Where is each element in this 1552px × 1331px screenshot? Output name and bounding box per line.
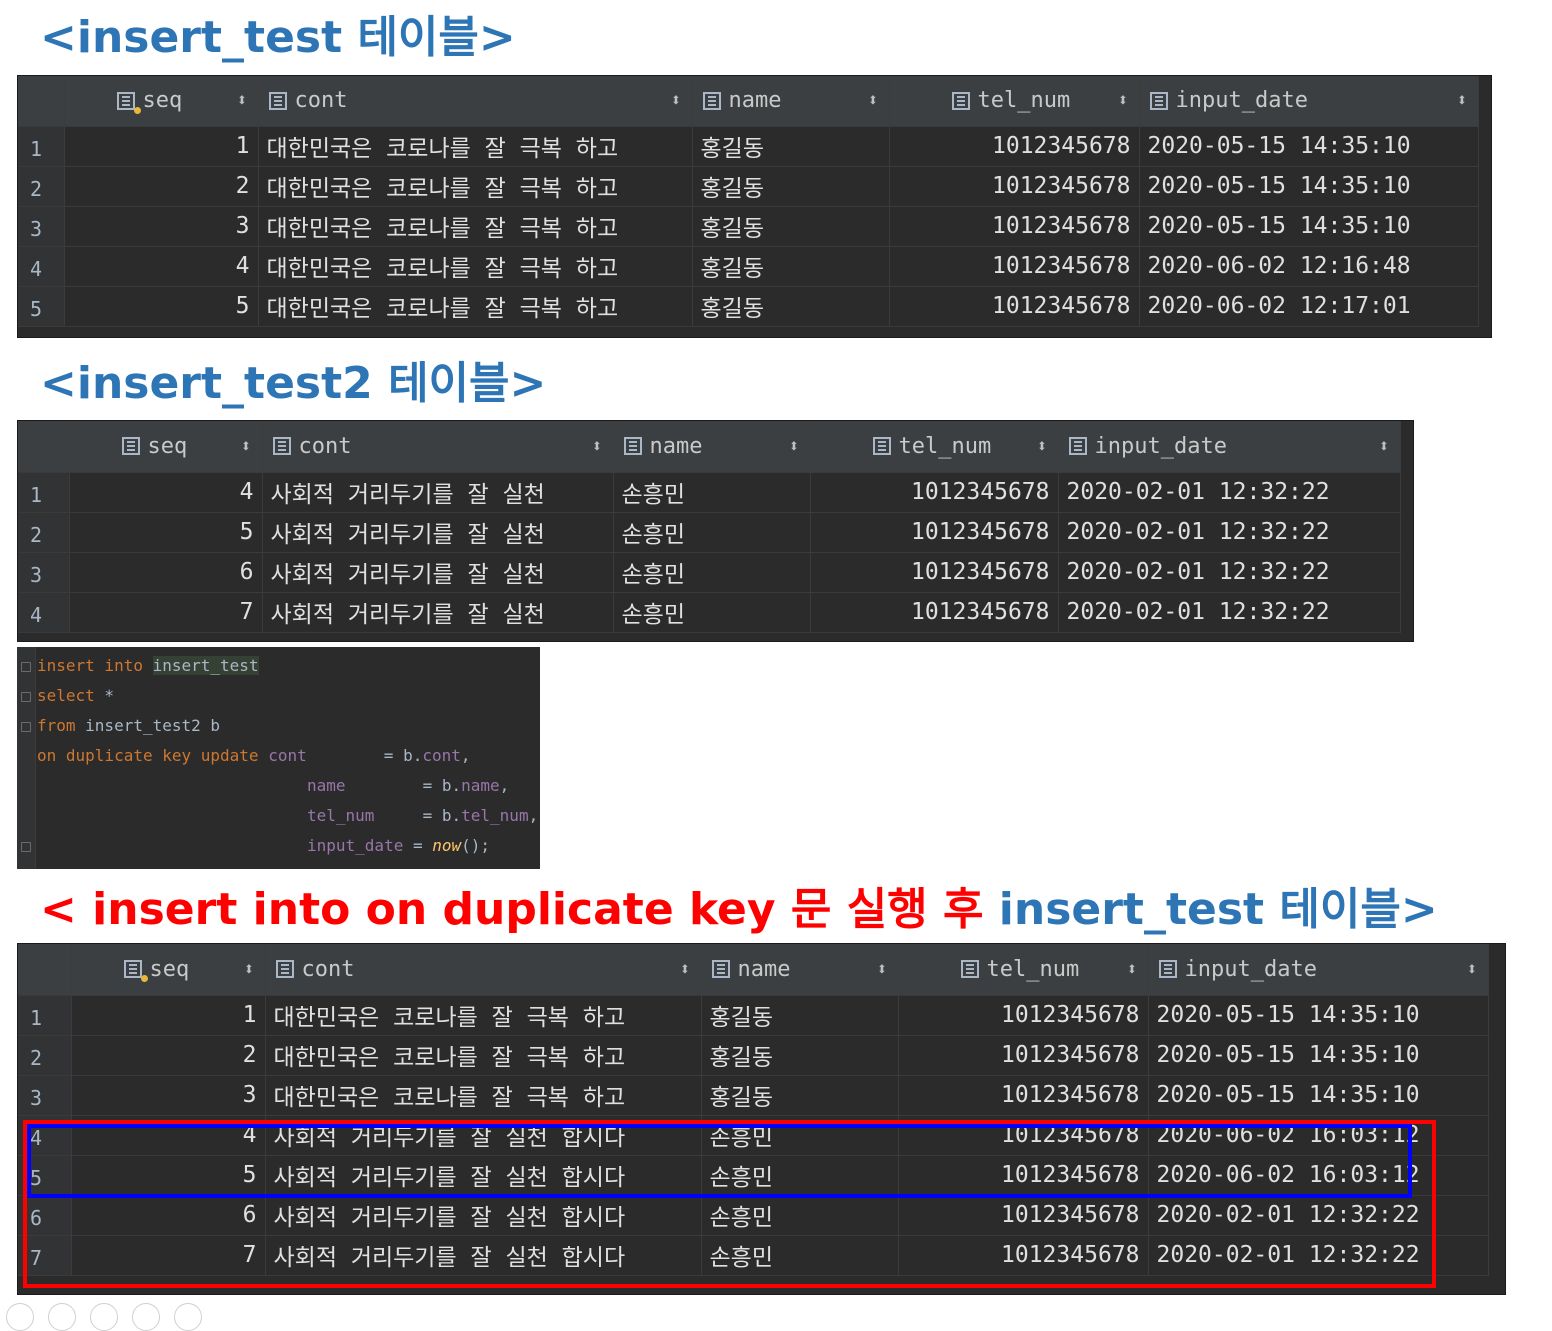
column-icon [1068,437,1087,456]
row-number-header [18,421,70,473]
sort-icon[interactable]: ⬍ [1118,90,1129,111]
sql-editor[interactable]: insert into insert_test select * from in… [17,647,540,869]
dot-icon [48,1303,76,1331]
sort-icon[interactable]: ⬍ [868,90,879,111]
row-number-header [18,76,65,127]
column-icon [268,91,287,110]
code-line-1[interactable]: insert into insert_test [37,651,259,681]
sort-icon[interactable]: ⬍ [1127,959,1138,980]
column-icon [951,91,970,110]
dot-icon [6,1303,34,1331]
dot-icon [90,1303,118,1331]
code-line-2[interactable]: select * [37,681,114,711]
column-header-input-date[interactable]: input_date ⬍ [1058,421,1401,473]
heading-insert-test: <insert_test 테이블> [40,12,516,63]
sort-icon[interactable]: ⬍ [241,436,252,457]
column-header-cont[interactable]: cont ⬍ [265,944,702,996]
column-header-tel-num[interactable]: tel_num ⬍ [889,76,1140,127]
dot-icon [132,1303,160,1331]
column-icon [275,960,294,979]
code-line-7[interactable]: input_date = now(); [307,831,490,861]
code-line-4[interactable]: on duplicate key update cont = b.cont, [37,741,471,771]
fold-marker-icon[interactable] [21,692,31,702]
fold-marker-icon[interactable] [21,662,31,672]
table-row[interactable]: 2 2 대한민국은 코로나를 잘 극복 하고 홍길동 1012345678 2020-05… [18,166,1479,207]
table-row[interactable]: 1 1 대한민국은 코로나를 잘 극복 하고 홍길동 1012345678 2020-05… [18,995,1489,1036]
column-icon [702,91,721,110]
row-number-header [18,944,72,996]
column-header-name[interactable]: name ⬍ [613,421,811,473]
table-row[interactable]: 3 3 대한민국은 코로나를 잘 극복 하고 홍길동 1012345678 2020-05… [18,1075,1489,1116]
column-icon [872,437,891,456]
table-row[interactable]: 5 5 대한민국은 코로나를 잘 극복 하고 홍길동 1012345678 2020-06… [18,286,1479,327]
dot-icon [174,1303,202,1331]
column-icon [272,437,291,456]
column-header-name[interactable]: name ⬍ [692,76,890,127]
table-row[interactable]: 4 4 대한민국은 코로나를 잘 극복 하고 홍길동 1012345678 2020-06… [18,246,1479,287]
sort-icon[interactable]: ⬍ [1457,90,1468,111]
sort-icon[interactable]: ⬍ [237,90,248,111]
result-grid-insert-test2: seq ⬍ cont ⬍ name ⬍ tel_num ⬍ input_date ⬍ 14… [17,420,1414,642]
sort-icon[interactable]: ⬍ [244,959,255,980]
table-row[interactable]: 1 4 사회적 거리두기를 잘 실천 손흥민 1012345678 2020-02-01 … [18,472,1401,513]
editor-gutter [17,647,36,869]
column-icon [121,437,140,456]
column-header-cont[interactable]: cont ⬍ [258,76,693,127]
sort-icon[interactable]: ⬍ [671,90,682,111]
column-header-seq[interactable]: seq ⬍ [64,76,259,127]
table-row[interactable]: 3 3 대한민국은 코로나를 잘 극복 하고 홍길동 1012345678 2020-05… [18,206,1479,247]
sort-icon[interactable]: ⬍ [1037,436,1048,457]
column-icon [711,960,730,979]
table-row[interactable]: 2 2 대한민국은 코로나를 잘 극복 하고 홍길동 1012345678 2020-05… [18,1035,1489,1076]
column-header-input-date[interactable]: input_date ⬍ [1139,76,1479,127]
heading-insert-test2: <insert_test2 테이블> [40,358,547,409]
column-icon [1149,91,1168,110]
sort-icon[interactable]: ⬍ [877,959,888,980]
sort-icon[interactable]: ⬍ [1467,959,1478,980]
column-header-seq[interactable]: seq ⬍ [71,944,266,996]
code-line-5[interactable]: name = b.name, [307,771,509,801]
column-header-seq[interactable]: seq ⬍ [69,421,263,473]
column-header-tel-num[interactable]: tel_num ⬍ [810,421,1059,473]
sort-icon[interactable]: ⬍ [592,436,603,457]
column-header-name[interactable]: name ⬍ [701,944,899,996]
column-icon [1158,960,1177,979]
column-icon [960,960,979,979]
primary-key-column-icon [123,960,148,983]
heading-after-duplicate-insert: < insert into on duplicate key 문 실행 후 in… [40,884,1438,935]
table-row[interactable]: 1 1 대한민국은 코로나를 잘 극복 하고 홍길동 1012345678 2020-05… [18,126,1479,167]
table-row[interactable]: 4 7 사회적 거리두기를 잘 실천 손흥민 1012345678 2020-02-01 … [18,592,1401,633]
column-header-cont[interactable]: cont ⬍ [262,421,614,473]
column-icon [623,437,642,456]
code-line-3[interactable]: from insert_test2 b [37,711,220,741]
fold-marker-icon[interactable] [21,842,31,852]
table-row[interactable]: 3 6 사회적 거리두기를 잘 실천 손흥민 1012345678 2020-02-01 … [18,552,1401,593]
result-grid-insert-test: seq ⬍ cont ⬍ name ⬍ tel_num ⬍ input_date ⬍ 11… [17,75,1492,338]
highlight-box-updated-rows [27,1124,1412,1198]
column-header-tel-num[interactable]: tel_num ⬍ [898,944,1149,996]
sort-icon[interactable]: ⬍ [680,959,691,980]
pagination-dots [6,1303,202,1331]
table-row[interactable]: 2 5 사회적 거리두기를 잘 실천 손흥민 1012345678 2020-02-01 … [18,512,1401,553]
primary-key-column-icon [116,91,141,114]
sort-icon[interactable]: ⬍ [789,436,800,457]
column-header-input-date[interactable]: input_date ⬍ [1148,944,1489,996]
sort-icon[interactable]: ⬍ [1379,436,1390,457]
fold-marker-icon[interactable] [21,722,31,732]
code-line-6[interactable]: tel_num = b.tel_num, [307,801,538,831]
